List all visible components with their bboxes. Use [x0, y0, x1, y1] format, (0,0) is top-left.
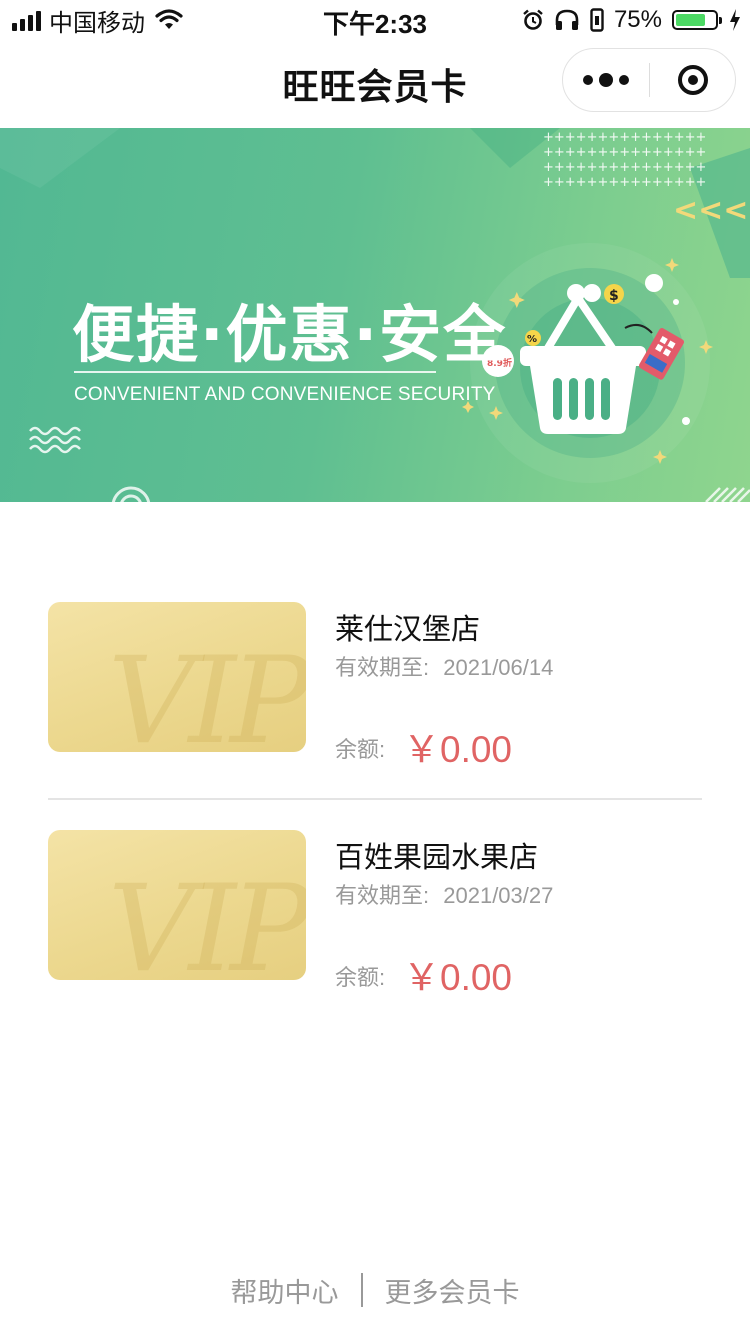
membership-card-row[interactable]: VIP 百姓果园水果店 有效期至: 2021/03/27 余额: ￥0.00	[48, 830, 702, 998]
vip-watermark: VIP	[108, 632, 306, 753]
balance-label: 余额:	[335, 737, 386, 762]
balance-label: 余额:	[335, 965, 386, 990]
vip-card-image[interactable]: VIP	[48, 602, 306, 752]
mini-program-capsule	[562, 48, 736, 112]
svg-text:+++++++++++++++: +++++++++++++++	[543, 145, 706, 160]
svg-text:$: $	[609, 288, 619, 304]
close-button[interactable]	[650, 49, 736, 111]
expiry-date: 2021/06/14	[443, 655, 554, 680]
headphones-icon	[555, 9, 579, 30]
close-target-icon	[678, 65, 708, 95]
help-center-link[interactable]: 帮助中心	[231, 1271, 339, 1310]
vip-watermark: VIP	[108, 860, 306, 981]
banner-subtitle: CONVENIENT AND CONVENIENCE SECURITY	[74, 384, 496, 405]
status-bar: 中国移动 下午2:33 75%	[0, 0, 750, 40]
membership-card-row[interactable]: VIP 莱仕汉堡店 有效期至: 2021/06/14 余额: ￥0.00	[48, 602, 702, 770]
battery-icon	[672, 10, 722, 30]
battery-fill	[676, 14, 705, 26]
balance-value: ￥0.00	[403, 957, 513, 998]
more-dot-icon	[599, 73, 613, 87]
svg-text:+++++++++++++++: +++++++++++++++	[543, 130, 706, 145]
charging-bolt-icon	[730, 9, 740, 31]
status-right: 75%	[522, 6, 742, 34]
svg-text:+++++++++++++++: +++++++++++++++	[543, 160, 706, 175]
promo-banner[interactable]: +++++++++++++++ +++++++++++++++ ++++++++…	[0, 128, 750, 502]
balance-value: ￥0.00	[403, 729, 513, 770]
banner-title: 便捷·优惠·安全	[72, 298, 508, 371]
expiry-info: 有效期至: 2021/03/27	[335, 878, 553, 910]
vip-card-image[interactable]: VIP	[48, 830, 306, 980]
expiry-label: 有效期至:	[335, 655, 430, 680]
svg-text:+++++++++++++++: +++++++++++++++	[543, 175, 706, 190]
expiry-label: 有效期至:	[335, 883, 430, 908]
svg-text:%: %	[527, 334, 537, 345]
expiry-info: 有效期至: 2021/06/14	[335, 650, 553, 682]
card-divider	[48, 798, 702, 800]
nav-bar: 旺旺会员卡	[0, 40, 750, 128]
more-dot-icon	[619, 75, 629, 85]
store-name: 百姓果园水果店	[335, 842, 539, 874]
alarm-icon	[523, 9, 543, 30]
more-cards-link[interactable]: 更多会员卡	[385, 1271, 520, 1310]
footer-links: 帮助中心 更多会员卡	[0, 1270, 750, 1310]
more-dot-icon	[583, 75, 593, 85]
orientation-lock-icon	[590, 8, 604, 32]
banner-divider	[74, 371, 436, 373]
footer-separator	[360, 1273, 363, 1307]
store-name: 莱仕汉堡店	[335, 614, 481, 646]
more-button[interactable]	[563, 49, 649, 111]
svg-text:<<<: <<<	[673, 193, 748, 228]
battery-percent: 75%	[613, 6, 662, 33]
expiry-date: 2021/03/27	[443, 883, 554, 908]
